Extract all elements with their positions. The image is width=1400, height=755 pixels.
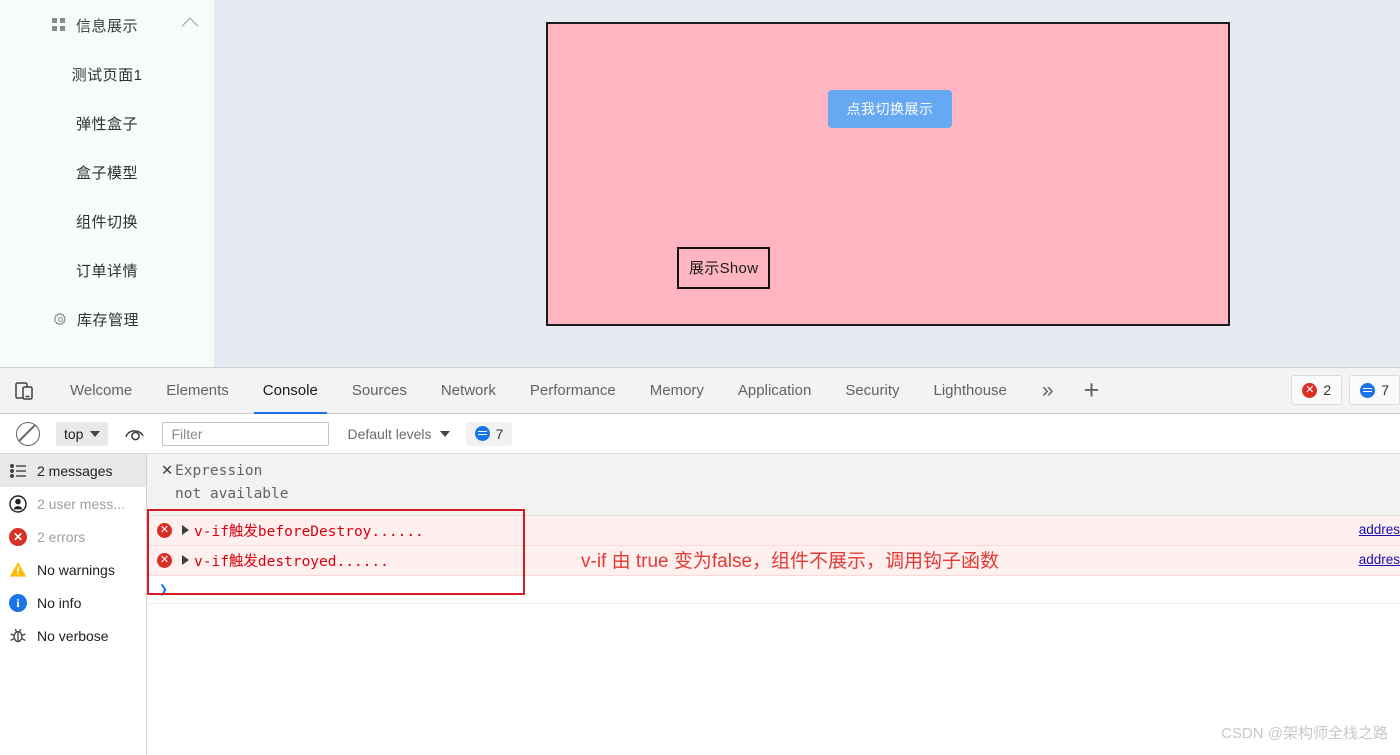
live-expression-line-1: ✕ Expression xyxy=(161,460,1400,483)
console-filter-warnings[interactable]: No warnings xyxy=(0,553,146,586)
sidebar-item-component-switch[interactable]: 组件切换 xyxy=(0,197,214,246)
error-icon: ✕ xyxy=(157,552,172,568)
console-sidebar: 2 messages 2 user mess... ✕ 2 errors No … xyxy=(0,454,147,755)
execution-context-label: top xyxy=(64,425,84,442)
sidebar-item-label: 组件切换 xyxy=(75,214,138,231)
demo-page-area: 信息展示 测试页面1 弹性盒子 盒子模型 组件切换 订单详情 库存管理 点我切换… xyxy=(0,0,1400,367)
chevron-down-icon xyxy=(439,430,450,437)
console-filter-info[interactable]: i No info xyxy=(0,586,146,619)
live-expression-text: Expression xyxy=(175,463,263,479)
list-icon xyxy=(8,461,28,481)
console-sidebar-label: 2 messages xyxy=(37,462,113,479)
expand-arrow-icon[interactable] xyxy=(182,525,189,536)
console-toolbar: top Default levels 7 xyxy=(0,414,1400,454)
tab-security[interactable]: Security xyxy=(828,368,916,414)
console-sidebar-label: No warnings xyxy=(37,561,115,578)
sidebar-item-box-model[interactable]: 盒子模型 xyxy=(0,148,214,197)
console-sidebar-label: 2 errors xyxy=(37,528,86,545)
gear-icon xyxy=(53,312,68,327)
tab-performance[interactable]: Performance xyxy=(513,368,633,414)
device-toolbar-icon[interactable] xyxy=(13,378,39,404)
live-expression-block[interactable]: ✕ Expression not available xyxy=(147,454,1400,516)
sidebar-item-label: 订单详情 xyxy=(75,263,138,280)
console-prompt-row[interactable]: ❯ xyxy=(147,575,1400,604)
console-filter-verbose[interactable]: No verbose xyxy=(0,619,146,652)
close-icon[interactable]: ✕ xyxy=(161,460,175,483)
tab-lighthouse[interactable]: Lighthouse xyxy=(917,368,1024,414)
user-icon xyxy=(8,494,28,514)
live-expression-icon[interactable] xyxy=(124,425,146,443)
message-count-label: 7 xyxy=(1381,382,1389,398)
error-icon: ✕ xyxy=(157,522,172,538)
devtools-tabbar: Welcome Elements Console Sources Network… xyxy=(0,368,1400,414)
console-filter-user-messages[interactable]: 2 user mess... xyxy=(0,487,146,520)
tab-console[interactable]: Console xyxy=(246,368,335,414)
sidebar-item-list: 测试页面1 弹性盒子 盒子模型 组件切换 订单详情 库存管理 xyxy=(0,50,214,344)
console-message-source-link[interactable]: addres xyxy=(1359,552,1400,567)
console-body: 2 messages 2 user mess... ✕ 2 errors No … xyxy=(0,454,1400,755)
prompt-chevron-icon: ❯ xyxy=(159,580,169,599)
devtools-tab-list: Welcome Elements Console Sources Network… xyxy=(53,368,1024,414)
clear-console-icon[interactable] xyxy=(16,421,40,446)
show-content-box: 展示Show xyxy=(677,247,771,289)
message-count-badge[interactable]: 7 xyxy=(1349,375,1400,405)
console-message-row[interactable]: ✕ v-if触发beforeDestroy...... addres xyxy=(147,515,1400,546)
tab-elements[interactable]: Elements xyxy=(149,368,246,414)
tab-welcome[interactable]: Welcome xyxy=(53,368,149,414)
console-filter-errors[interactable]: ✕ 2 errors xyxy=(0,520,146,553)
sidebar-nav: 信息展示 测试页面1 弹性盒子 盒子模型 组件切换 订单详情 库存管理 xyxy=(0,0,214,367)
message-icon xyxy=(474,426,490,441)
console-sidebar-label: No info xyxy=(37,594,82,611)
grid-icon xyxy=(52,18,65,31)
annotation-text: v-if 由 true 变为false，组件不展示，调用钩子函数 xyxy=(581,551,1000,572)
sidebar-title: 信息展示 xyxy=(76,17,139,35)
console-message-text: v-if触发destroyed...... xyxy=(194,553,389,570)
error-count-label: 2 xyxy=(1323,382,1332,398)
log-level-selector[interactable]: Default levels xyxy=(347,425,450,442)
console-filter-all-messages[interactable]: 2 messages xyxy=(0,454,146,487)
sidebar-item-label: 库存管理 xyxy=(77,312,140,329)
console-sidebar-label: No verbose xyxy=(37,627,109,644)
toggle-show-button[interactable]: 点我切换展示 xyxy=(828,90,952,128)
more-tabs-icon[interactable]: » xyxy=(1030,380,1066,401)
console-message-count-label: 7 xyxy=(495,425,504,442)
screenshot-root: 信息展示 测试页面1 弹性盒子 盒子模型 组件切换 订单详情 库存管理 点我切换… xyxy=(0,0,1400,755)
bug-icon xyxy=(8,626,28,646)
chevron-down-icon xyxy=(90,430,101,437)
tab-memory[interactable]: Memory xyxy=(633,368,721,414)
console-message-count[interactable]: 7 xyxy=(465,421,513,446)
message-icon xyxy=(1360,382,1376,398)
tab-application[interactable]: Application xyxy=(721,368,828,414)
sidebar-item-test-page-1[interactable]: 测试页面1 xyxy=(0,50,214,99)
sidebar-item-inventory[interactable]: 库存管理 xyxy=(0,295,214,344)
sidebar-item-label: 测试页面1 xyxy=(71,67,143,84)
console-sidebar-label: 2 user mess... xyxy=(37,495,125,512)
tab-network[interactable]: Network xyxy=(424,368,513,414)
tab-sources[interactable]: Sources xyxy=(335,368,424,414)
chevron-up-icon[interactable] xyxy=(181,17,199,35)
error-icon: ✕ xyxy=(1302,382,1318,398)
log-level-label: Default levels xyxy=(347,425,432,442)
demo-pink-box: 点我切换展示 展示Show xyxy=(546,22,1230,326)
sidebar-item-label: 弹性盒子 xyxy=(75,116,138,133)
execution-context-selector[interactable]: top xyxy=(56,421,109,446)
error-count-badge[interactable]: ✕ 2 xyxy=(1291,375,1343,405)
sidebar-item-label: 盒子模型 xyxy=(75,165,138,182)
console-message-source-link[interactable]: addres xyxy=(1359,522,1400,537)
add-tab-icon[interactable]: + xyxy=(1074,377,1110,404)
console-filter-input[interactable] xyxy=(162,421,330,446)
sidebar-item-order-detail[interactable]: 订单详情 xyxy=(0,246,214,295)
devtools-panel: Welcome Elements Console Sources Network… xyxy=(0,367,1400,755)
sidebar-header[interactable]: 信息展示 xyxy=(0,0,214,50)
expand-arrow-icon[interactable] xyxy=(182,555,189,566)
live-expression-line-2: not available xyxy=(175,486,289,503)
devtools-issue-badges: ✕ 2 7 xyxy=(1291,375,1400,405)
console-message-text: v-if触发beforeDestroy...... xyxy=(194,523,424,540)
watermark: CSDN @架构师全栈之路 xyxy=(1221,725,1388,742)
warning-icon xyxy=(8,560,28,580)
console-output: ✕ Expression not available ✕ v-if触发before… xyxy=(147,454,1400,755)
info-icon: i xyxy=(8,593,28,613)
error-icon: ✕ xyxy=(8,527,28,547)
sidebar-item-flex-box[interactable]: 弹性盒子 xyxy=(0,99,214,148)
